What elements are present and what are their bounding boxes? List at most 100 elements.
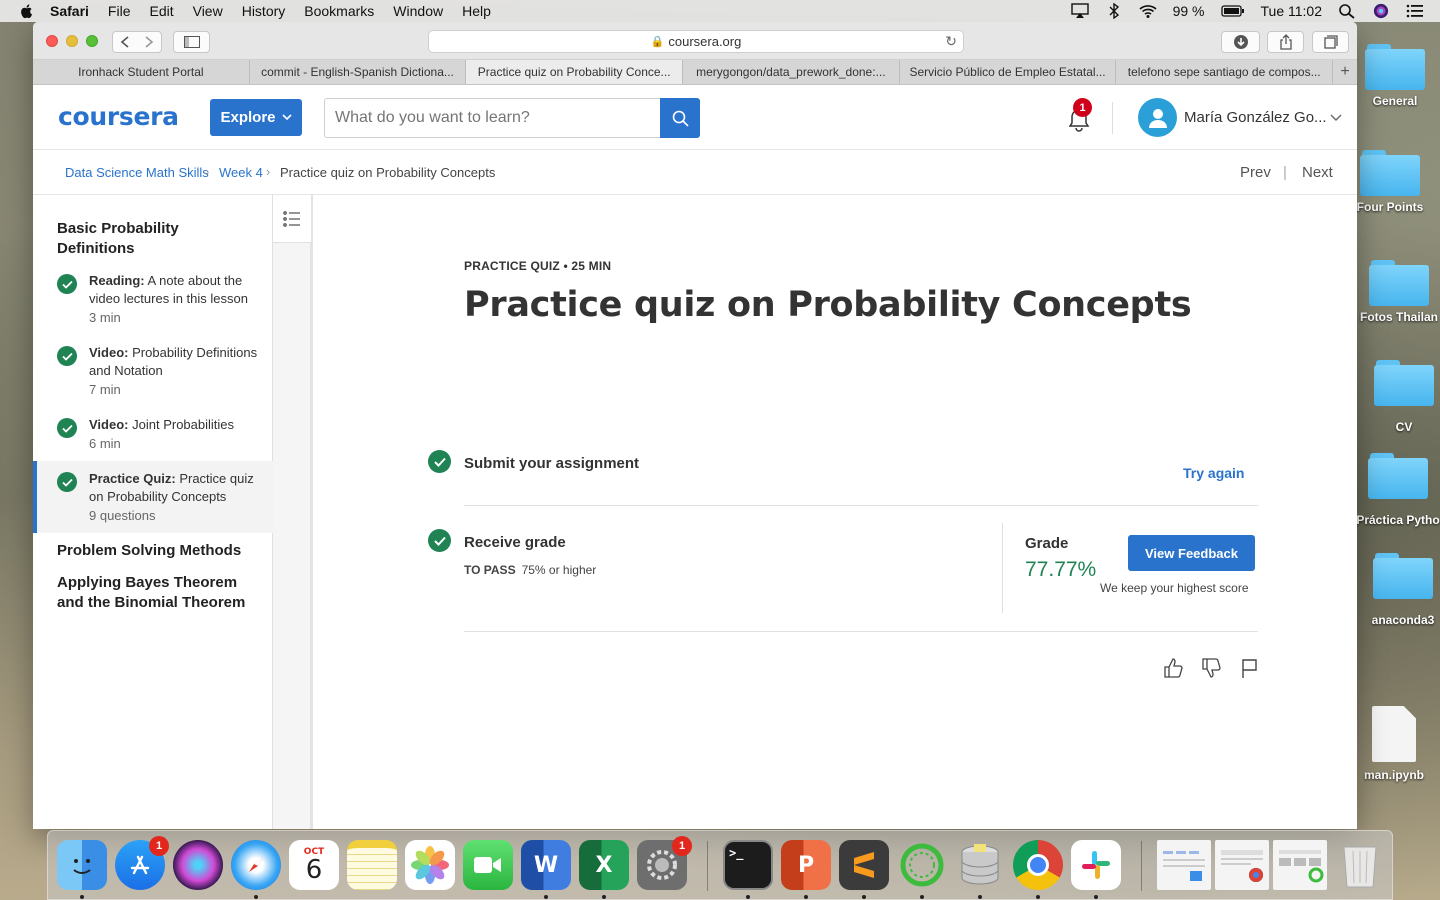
explore-button[interactable]: Explore [210,99,302,136]
clock[interactable]: Tue 11:02 [1261,3,1323,19]
notification-center-icon[interactable] [1406,3,1424,19]
minimized-window-thumbnail[interactable] [1157,840,1211,890]
sidebar-section-basic-probability[interactable]: Basic Probability Definitions [57,219,237,259]
desktop-folder-practica-python[interactable]: Práctica Pytho [1356,453,1440,527]
view-feedback-button[interactable]: View Feedback [1128,535,1255,571]
bluetooth-icon[interactable] [1105,3,1123,19]
new-tab-button[interactable]: + [1333,60,1357,84]
siri-icon[interactable] [1372,3,1390,19]
outline-toggle-button[interactable] [273,195,311,243]
menu-bookmarks[interactable]: Bookmarks [304,3,374,19]
content-feedback-actions [1162,657,1260,679]
avatar[interactable] [1138,98,1177,137]
thumbs-down-icon[interactable] [1200,657,1222,679]
siri-icon[interactable] [173,840,223,890]
desktop-file-ipynb[interactable]: man.ipynb [1352,706,1436,782]
user-name[interactable]: María González Go... [1184,109,1327,126]
breadcrumb-week[interactable]: Week 4 [219,165,263,180]
back-icon[interactable] [115,35,137,49]
minimized-window-thumbnail[interactable] [1215,840,1269,890]
sidebar-toggle-button[interactable] [173,31,210,53]
sidebar-section-bayes[interactable]: Applying Bayes Theorem and the Binomial … [57,573,257,613]
trash-icon[interactable] [1335,840,1385,890]
chevron-down-icon[interactable] [1330,114,1342,122]
desktop-folder-cv[interactable]: CV [1362,360,1440,434]
back-forward-buttons [112,31,162,53]
desktop-icon-label: Four Points [1356,200,1424,214]
wifi-icon[interactable] [1139,3,1157,19]
powerpoint-icon[interactable]: P [781,840,831,890]
coursera-logo[interactable]: coursera [58,102,179,131]
calendar-icon[interactable]: OCT 6 [289,840,339,890]
menu-edit[interactable]: Edit [149,3,173,19]
try-again-button[interactable]: Try again [1183,465,1244,481]
notes-icon[interactable] [347,840,397,890]
thumbs-up-icon[interactable] [1162,657,1184,679]
desktop-icon-label: man.ipynb [1363,768,1424,782]
close-window-button[interactable] [46,35,58,47]
sublime-text-icon[interactable] [839,840,889,890]
running-indicator [978,895,982,899]
browser-tab[interactable]: Servicio Público de Empleo Estatal... [900,60,1117,84]
database-icon[interactable] [955,840,1005,890]
sidebar-section-problem-solving[interactable]: Problem Solving Methods [57,541,241,561]
address-bar[interactable]: 🔒 coursera.org ↻ [428,30,964,53]
notification-badge: 1 [1073,98,1092,117]
finder-icon[interactable] [57,840,107,890]
sidebar-item-video-joint[interactable]: Video: Joint Probabilities 6 min [33,416,273,451]
check-circle-icon [57,418,77,438]
minimize-window-button[interactable] [66,35,78,47]
word-icon[interactable]: W [521,840,571,890]
search-button[interactable] [660,98,700,138]
desktop-folder-four-points[interactable]: Four Points [1348,150,1432,214]
sidebar-item-reading[interactable]: Reading: A note about the video lectures… [33,272,273,325]
running-indicator [80,895,84,899]
flag-icon[interactable] [1238,657,1260,679]
menu-file[interactable]: File [108,3,131,19]
prev-link[interactable]: Prev [1240,164,1271,181]
zoom-window-button[interactable] [86,35,98,47]
receive-grade-label: Receive grade [464,534,566,551]
downloads-button[interactable] [1221,31,1260,53]
spotlight-search-icon[interactable] [1338,3,1356,19]
browser-tab[interactable]: merygongon/data_prework_done:... [683,60,900,84]
item-duration: 7 min [89,382,121,397]
chrome-icon[interactable] [1013,840,1063,890]
anaconda-navigator-icon[interactable] [897,840,947,890]
browser-tab[interactable]: telefono sepe santiago de compos... [1116,60,1334,84]
desktop-folder-fotos-thailan[interactable]: Fotos Thailan [1357,260,1440,324]
browser-tab[interactable]: Ironhack Student Portal [33,60,250,84]
menu-window[interactable]: Window [393,3,443,19]
minimized-window-thumbnail[interactable] [1273,840,1327,890]
sidebar-item-practice-quiz[interactable]: Practice Quiz: Practice quiz on Probabil… [33,461,273,533]
airplay-icon[interactable] [1070,3,1089,19]
reload-icon[interactable]: ↻ [945,33,957,50]
tab-overview-button[interactable] [1312,31,1349,53]
sidebar-item-video-definitions[interactable]: Video: Probability Definitions and Notat… [33,344,273,397]
breadcrumb-course[interactable]: Data Science Math Skills [65,165,209,180]
desktop-folder-anaconda3[interactable]: anaconda3 [1361,553,1440,627]
battery-icon[interactable] [1220,3,1245,19]
share-button[interactable] [1267,31,1304,53]
forward-icon[interactable] [137,35,159,49]
safari-icon[interactable] [231,840,281,890]
prev-next-separator: | [1283,164,1287,181]
slack-icon[interactable] [1071,840,1121,890]
desktop-folder-general[interactable]: General [1353,44,1437,108]
desktop-icon-label: Fotos Thailan [1360,310,1438,324]
facetime-icon[interactable] [463,840,513,890]
next-link[interactable]: Next [1302,164,1333,181]
terminal-icon[interactable]: >_ [723,840,773,890]
browser-tab[interactable]: commit - English-Spanish Dictiona... [250,60,467,84]
photos-icon[interactable] [405,840,455,890]
search-input[interactable] [324,98,661,138]
menu-history[interactable]: History [242,3,286,19]
desktop-icon-label: CV [1395,420,1413,434]
excel-icon[interactable]: X [579,840,629,890]
menu-help[interactable]: Help [462,3,491,19]
browser-tab-active[interactable]: Practice quiz on Probability Conce... [466,60,684,84]
menu-view[interactable]: View [193,3,223,19]
to-pass-label: TO PASS [464,563,516,577]
apple-menu-icon[interactable] [18,2,36,20]
menu-app-safari[interactable]: Safari [50,3,89,19]
